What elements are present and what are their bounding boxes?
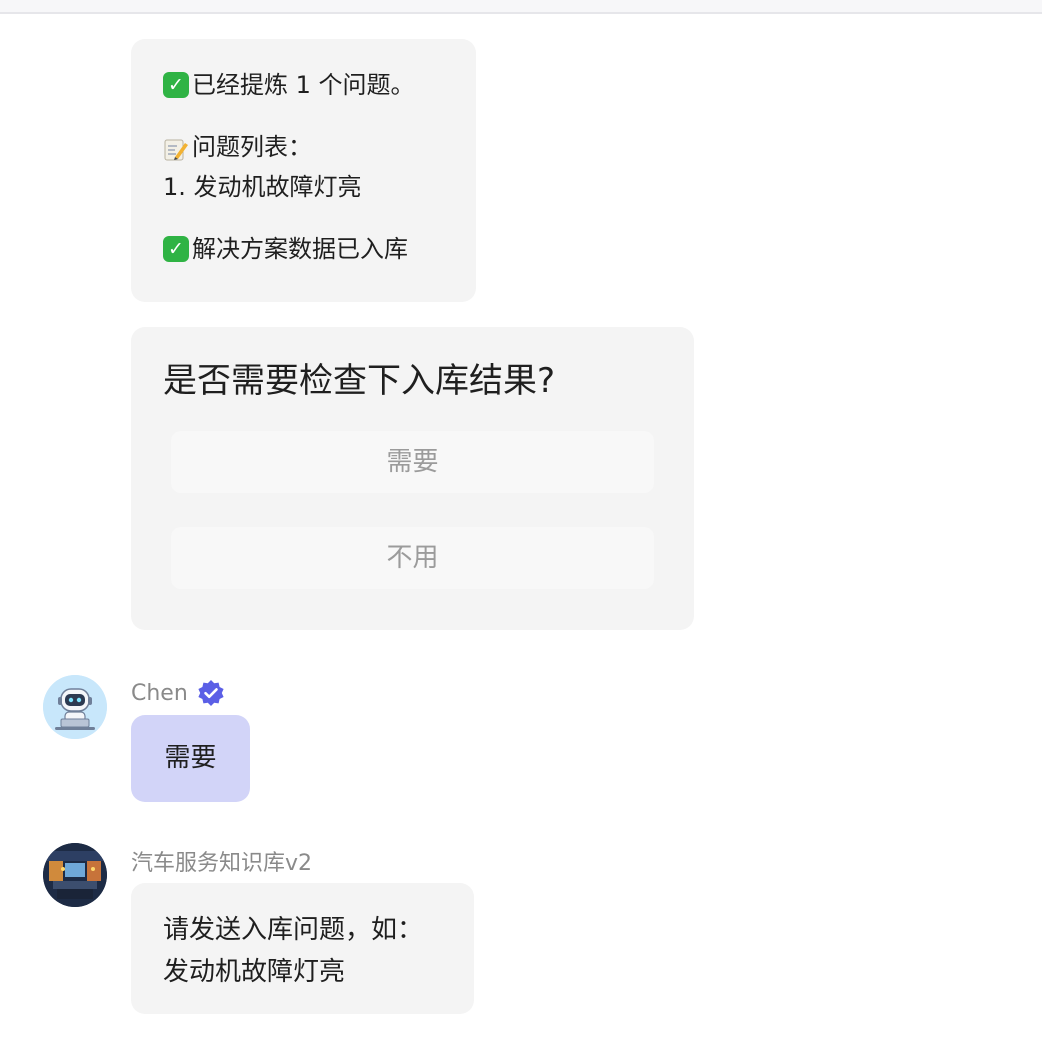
chen-avatar[interactable] <box>43 675 107 739</box>
check-mark-icon: ✓ <box>163 72 189 98</box>
memo-icon <box>163 134 189 161</box>
knowledge-base-avatar[interactable] <box>43 843 107 907</box>
bot-reply-line: 发动机故障灯亮 <box>163 957 346 987</box>
list-item: 1. 发动机故障灯亮 <box>163 167 444 207</box>
stored-text: 解决方案数据已入库 <box>192 235 408 263</box>
list-title-line: 问题列表： <box>163 127 444 167</box>
bot-reply-bubble: 请发送入库问题，如： 发动机故障灯亮 <box>131 883 474 1014</box>
confirm-question: 是否需要检查下入库结果? <box>163 361 556 401</box>
list-item-text: 1. 发动机故障灯亮 <box>163 173 362 201</box>
bot-sender-name: 汽车服务知识库v2 <box>131 851 313 876</box>
option-no-need-button[interactable]: 不用 <box>171 527 654 589</box>
top-divider <box>0 0 1042 14</box>
list-title-text: 问题列表： <box>192 133 312 161</box>
extracted-line: ✓ 已经提炼 1 个问题。 <box>163 65 444 105</box>
extracted-text: 已经提炼 1 个问题。 <box>192 71 415 99</box>
confirm-card: 是否需要检查下入库结果? 需要 不用 <box>131 327 694 630</box>
stored-line: ✓ 解决方案数据已入库 <box>163 229 444 269</box>
sender-name: Chen <box>131 680 188 706</box>
check-mark-icon: ✓ <box>163 236 189 262</box>
option-need-button[interactable]: 需要 <box>171 431 654 493</box>
verified-badge-icon <box>198 680 224 706</box>
chen-sender-name-row: Chen <box>131 678 226 708</box>
user-reply-bubble: 需要 <box>131 715 250 802</box>
bot-reply-line: 请发送入库问题，如： <box>163 915 424 945</box>
summary-message-bubble: ✓ 已经提炼 1 个问题。 问题列表： 1. 发动机故障灯亮 ✓ 解决方案数据已… <box>131 39 476 302</box>
